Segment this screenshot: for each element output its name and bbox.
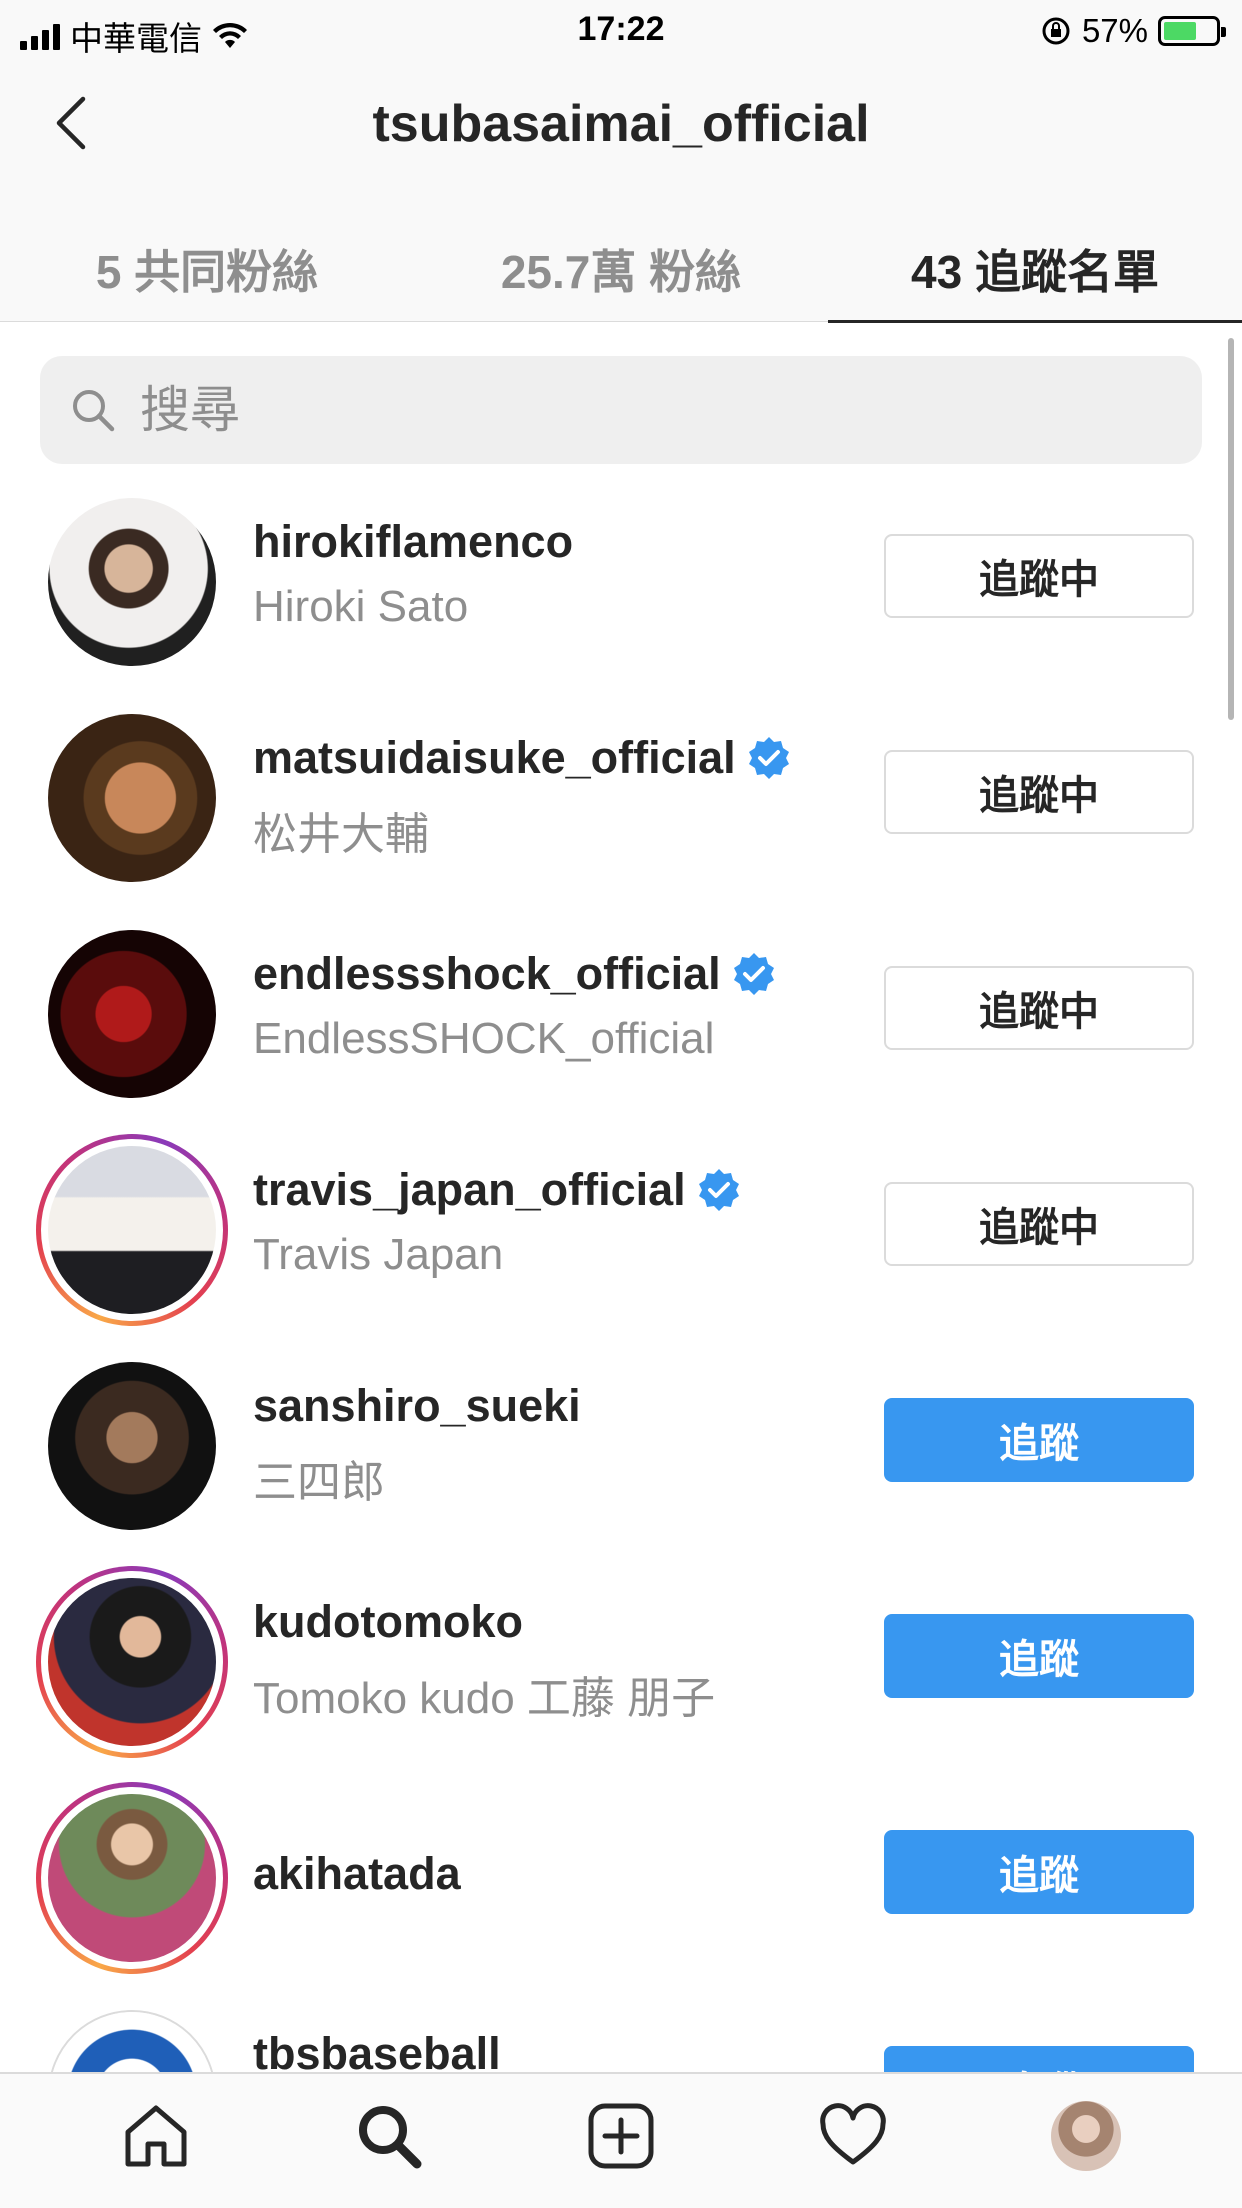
username[interactable]: matsuidaisuke_official xyxy=(253,732,792,784)
tab-following[interactable]: 43 追蹤名單 xyxy=(828,222,1242,323)
orientation-lock-icon xyxy=(1042,17,1070,45)
full-name: Tomoko kudo 工藤 朋子 xyxy=(253,1674,716,1723)
avatar-story-ring[interactable] xyxy=(36,1782,228,1974)
username[interactable]: akihatada xyxy=(253,1848,461,1900)
follow-button[interactable]: 追蹤 xyxy=(884,1830,1194,1914)
list-item[interactable]: tbsbaseball 追蹤 xyxy=(0,2006,1242,2072)
search-icon xyxy=(358,2106,422,2169)
avatar-story-ring[interactable] xyxy=(36,1566,228,1758)
nav-search[interactable] xyxy=(344,2091,434,2181)
page-title: tsubasaimai_official xyxy=(372,95,870,153)
list-item[interactable]: hirokiflamenco Hiroki Sato 追蹤中 xyxy=(0,494,1242,710)
tab-mutual-followers[interactable]: 5 共同粉絲 xyxy=(0,222,414,322)
avatar[interactable] xyxy=(48,714,216,882)
full-name: EndlessSHOCK_official xyxy=(253,1014,715,1063)
list-item[interactable]: matsuidaisuke_official 松井大輔 追蹤中 xyxy=(0,710,1242,926)
full-name: 松井大輔 xyxy=(253,810,429,859)
avatar[interactable] xyxy=(48,2010,216,2072)
home-icon xyxy=(125,2105,187,2167)
battery-icon xyxy=(1158,16,1226,46)
username[interactable]: tbsbaseball xyxy=(253,2028,501,2072)
full-name: Hiroki Sato xyxy=(253,582,469,631)
profile-avatar[interactable] xyxy=(1050,2101,1121,2171)
verified-badge-icon xyxy=(748,737,789,779)
avatar-story-ring[interactable] xyxy=(36,1134,228,1326)
battery-percent: 57% xyxy=(1081,12,1148,49)
avatar[interactable] xyxy=(48,1362,216,1530)
nav-activity[interactable] xyxy=(808,2091,898,2181)
username[interactable]: travis_japan_official xyxy=(253,1164,742,1216)
header: tsubasaimai_official 5 共同粉絲 25.7萬 粉絲 43 … xyxy=(0,62,1242,323)
avatar[interactable] xyxy=(48,498,216,666)
username[interactable]: sanshiro_sueki xyxy=(253,1380,581,1432)
tab-bar: 5 共同粉絲 25.7萬 粉絲 43 追蹤名單 xyxy=(0,222,1242,323)
following-button[interactable]: 追蹤中 xyxy=(884,750,1194,834)
list-item[interactable]: travis_japan_official Travis Japan 追蹤中 xyxy=(0,1134,1242,1358)
nav-home[interactable] xyxy=(111,2091,201,2181)
status-right: 57% xyxy=(1040,12,1226,50)
username[interactable]: hirokiflamenco xyxy=(253,516,573,568)
verified-badge-icon xyxy=(733,953,774,995)
search-icon xyxy=(73,390,115,432)
search-bar[interactable] xyxy=(40,356,1202,464)
list-item[interactable]: sanshiro_sueki 三四郎 追蹤 xyxy=(0,1358,1242,1574)
following-button[interactable]: 追蹤中 xyxy=(884,966,1194,1050)
follow-button[interactable]: 追蹤 xyxy=(884,1398,1194,1482)
full-name: 三四郎 xyxy=(253,1458,385,1507)
following-button[interactable]: 追蹤中 xyxy=(884,1182,1194,1266)
avatar[interactable] xyxy=(48,930,216,1098)
nav-add-post[interactable] xyxy=(576,2091,666,2181)
activity-heart-icon xyxy=(820,2103,887,2165)
nav-profile[interactable] xyxy=(1041,2091,1131,2181)
list-item[interactable]: endlessshock_official EndlessSHOCK_offic… xyxy=(0,926,1242,1142)
list-item[interactable]: akihatada 追蹤 xyxy=(0,1782,1242,2006)
follow-button[interactable]: 追蹤 xyxy=(884,1614,1194,1698)
list-item[interactable]: kudotomoko Tomoko kudo 工藤 朋子 追蹤 xyxy=(0,1566,1242,1790)
following-list: hirokiflamenco Hiroki Sato 追蹤中 matsuidai… xyxy=(0,494,1242,2072)
add-post-icon xyxy=(588,2103,654,2169)
tab-followers[interactable]: 25.7萬 粉絲 xyxy=(414,222,828,322)
username[interactable]: kudotomoko xyxy=(253,1596,715,1648)
status-bar: 中華電信 17:22 57% xyxy=(0,0,1242,62)
search-input[interactable] xyxy=(140,381,1040,439)
full-name: Travis Japan xyxy=(253,1230,504,1279)
follow-button[interactable]: 追蹤 xyxy=(884,2046,1194,2072)
username[interactable]: endlessshock_official xyxy=(253,948,777,1000)
following-button[interactable]: 追蹤中 xyxy=(884,534,1194,618)
bottom-nav xyxy=(0,2072,1242,2208)
verified-badge-icon xyxy=(698,1169,739,1211)
